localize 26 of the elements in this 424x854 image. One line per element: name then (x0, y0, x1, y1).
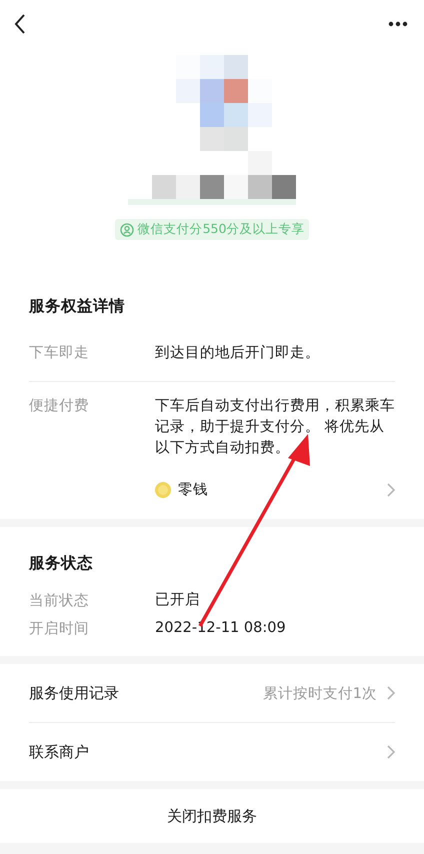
row-label: 开启时间 (29, 620, 90, 638)
chevron-icon (387, 745, 395, 759)
row-value: 到达目的地后开门即走。 (155, 344, 321, 363)
row-value: 已开启 (155, 590, 201, 610)
row-label: 下车即走 (29, 344, 90, 363)
coin-icon (155, 482, 171, 498)
badge-text: 微信支付分550分及以上专享 (138, 221, 304, 238)
chevron-icon (387, 482, 395, 496)
row-value: 2022-12-11 08:09 (155, 618, 287, 638)
badge-icon (120, 222, 134, 236)
back-icon[interactable] (14, 14, 26, 34)
payment-method-row[interactable]: 零钱 (155, 476, 395, 519)
section-title: 服务状态 (29, 553, 94, 574)
section-title: 服务权益详情 (29, 296, 126, 317)
row-label: 当前状态 (29, 592, 90, 610)
close-service-button[interactable]: 关闭扣费服务 (0, 789, 424, 843)
chevron-icon (387, 686, 395, 700)
payment-method-name: 零钱 (178, 481, 209, 499)
list-item-value: 累计按时支付1次 (262, 684, 377, 702)
list-item[interactable]: 联系商户 (29, 722, 395, 781)
list-item[interactable]: 服务使用记录 累计按时支付1次 (29, 664, 395, 722)
row-label: 便捷付费 (29, 397, 90, 416)
row-value: 下车后自动支付出行费用，积累乘车记录，助于提升支付分。 将优先从以下方式自动扣费。 (155, 397, 395, 458)
list-item-label: 服务使用记录 (29, 684, 120, 702)
list-item-label: 联系商户 (29, 742, 90, 762)
more-icon[interactable] (388, 21, 408, 27)
